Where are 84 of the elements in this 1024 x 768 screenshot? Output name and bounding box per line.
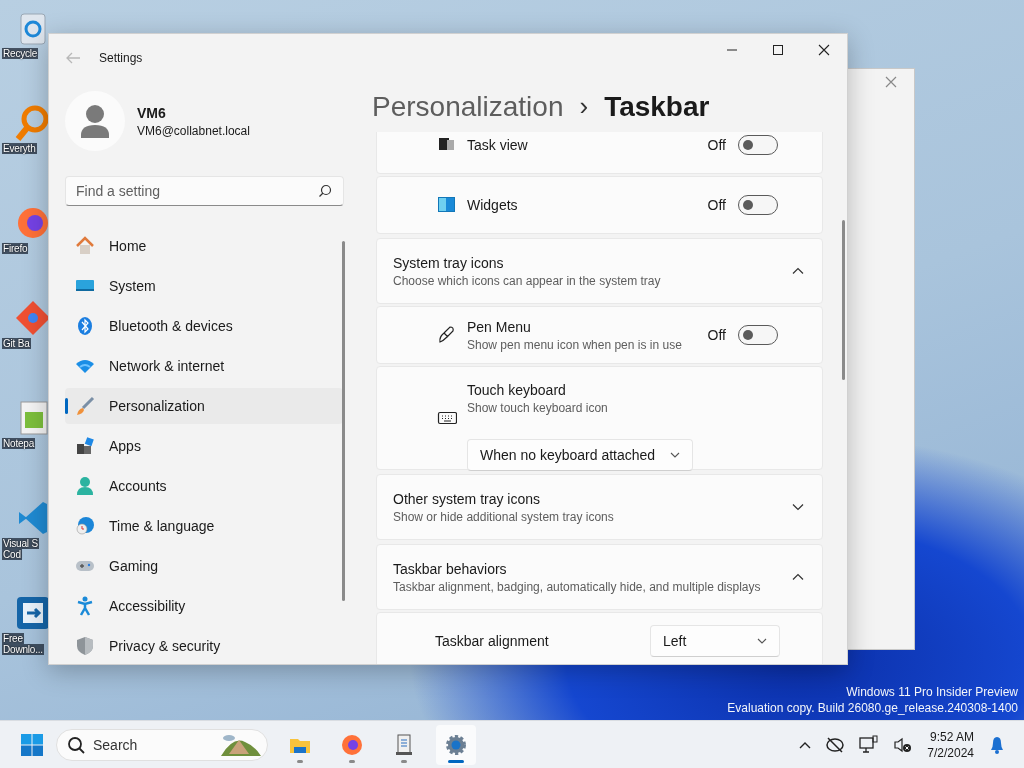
accessibility-icon [75, 596, 95, 616]
icon-label: Firefo [2, 243, 29, 254]
setting-description: Show pen menu icon when pen is in use [467, 337, 683, 352]
section-description: Taskbar alignment, badging, automatically hide, and multiple displays [393, 579, 762, 594]
toggle-state: Off [707, 327, 726, 343]
watermark-text: Windows 11 Pro Insider Preview [845, 684, 1018, 700]
setting-label: Widgets [467, 197, 519, 213]
search-icon [67, 735, 85, 754]
page-title: Taskbar [604, 90, 710, 123]
nav-item[interactable]: Apps [65, 428, 343, 464]
nav-item[interactable]: Home [65, 228, 343, 264]
monitor-network-icon[interactable] [859, 734, 880, 755]
pen-icon [437, 325, 457, 345]
nav-item[interactable]: Accounts [65, 468, 343, 504]
toggle-switch[interactable] [738, 325, 778, 345]
window-title: Settings [99, 51, 143, 65]
person-icon [75, 476, 95, 496]
scrollbar-thumb[interactable] [842, 220, 845, 380]
dropdown[interactable]: Left [650, 625, 780, 657]
scrollbar-thumb[interactable] [342, 241, 345, 601]
apps-icon [75, 436, 95, 456]
icon-label: Visual S [2, 538, 39, 549]
icon-label: Free [2, 633, 24, 644]
close-icon[interactable] [885, 76, 897, 88]
icon-label: Notepa [2, 438, 36, 449]
nav-item[interactable]: System [65, 268, 343, 304]
bell-icon[interactable] [988, 734, 1006, 755]
search-icon [318, 184, 332, 198]
start-icon[interactable] [20, 732, 44, 757]
paintbrush-icon [75, 396, 95, 416]
taskbar-search-box[interactable]: Search [56, 728, 268, 761]
icon-label: Git Ba [2, 338, 31, 349]
taskbar-app[interactable] [436, 724, 476, 765]
section-header[interactable]: Taskbar behaviors Taskbar alignment, badging, automatically hide, and multiple displays [376, 544, 823, 610]
caret-icon [757, 638, 767, 644]
setting-label: Taskbar alignment [435, 633, 549, 649]
icon-label: Everyth [2, 143, 37, 154]
nav-item[interactable]: Time & language [65, 508, 343, 544]
icon-label: Downlo... [2, 644, 44, 655]
watermark-text: Evaluation copy. Build 26080.ge_release.240308-1400 [727, 700, 1018, 716]
setting-description: Show touch keyboard icon [467, 400, 609, 415]
globe-clock-icon [75, 516, 95, 536]
nav-item[interactable]: Network & internet [65, 348, 343, 384]
setting-label: Task view [467, 137, 529, 153]
nav-item[interactable]: Accessibility [65, 588, 343, 624]
nav-item[interactable]: Gaming [65, 548, 343, 584]
setting-label: Pen Menu [467, 318, 532, 335]
section-title: Other system tray icons [393, 490, 542, 507]
section-title: System tray icons [393, 254, 505, 271]
breadcrumb-link[interactable]: Personalization [372, 90, 564, 123]
section-description: Choose which icons can appear in the system tray [393, 273, 662, 288]
chevron-up-icon[interactable] [799, 740, 812, 749]
widgets-icon [437, 195, 457, 215]
network-off-icon[interactable] [825, 735, 846, 754]
icon-label: Cod [2, 549, 22, 560]
caret-icon [670, 451, 680, 458]
section-header[interactable]: Other system tray icons Show or hide additional system tray icons [376, 474, 823, 540]
dropdown[interactable]: When no keyboard attached [467, 438, 693, 471]
breadcrumb-separator: › [579, 91, 589, 122]
section-description: Show or hide additional system tray icons [393, 509, 615, 524]
house-icon [75, 236, 95, 256]
clock[interactable]: 9:52 AM 7/2/2024 [927, 728, 974, 761]
section-title: Taskbar behaviors [393, 560, 508, 577]
icon-label: Recycle [2, 48, 39, 59]
nav-item[interactable]: Bluetooth & devices [65, 308, 343, 344]
section-header[interactable]: System tray icons Choose which icons can appear in the system tray [376, 238, 823, 304]
toggle-state: Off [707, 197, 726, 213]
gear-icon [444, 732, 468, 757]
user-name: VM6 [137, 104, 167, 121]
search-placeholder: Search [93, 736, 139, 753]
bluetooth-icon [75, 316, 95, 336]
clock-time: 9:52 AM [928, 728, 974, 745]
shield-icon [75, 636, 95, 656]
setting-label: Touch keyboard [467, 381, 567, 398]
settings-search-field[interactable]: Find a setting [65, 176, 344, 206]
nav-item[interactable]: Personalization [65, 388, 343, 424]
nav-item[interactable]: Privacy & security [65, 628, 343, 664]
toggle-state: Off [707, 137, 726, 153]
avatar-icon [65, 91, 125, 151]
user-email: VM6@collabnet.local [137, 123, 250, 138]
toggle-switch[interactable] [738, 195, 778, 215]
speaker-muted-icon[interactable] [893, 735, 914, 754]
toggle-switch[interactable] [738, 135, 778, 155]
clock-date: 7/2/2024 [927, 744, 974, 761]
